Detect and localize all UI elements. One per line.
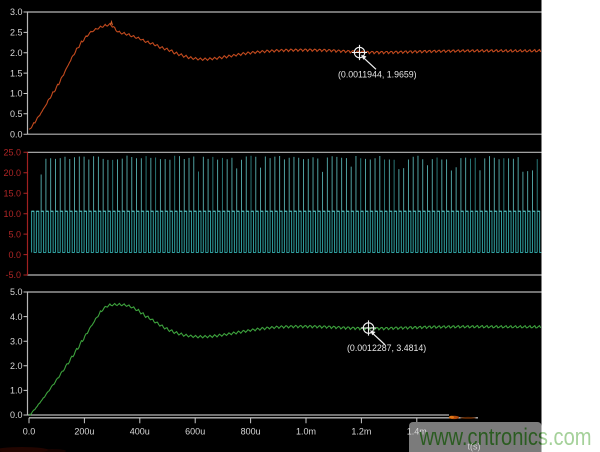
svg-text:200u: 200u <box>74 427 94 437</box>
svg-text:25.0: 25.0 <box>3 148 21 158</box>
svg-text:0.0: 0.0 <box>8 250 21 260</box>
svg-text:0.5: 0.5 <box>10 109 23 119</box>
svg-text:600u: 600u <box>185 427 205 437</box>
svg-text:2.0: 2.0 <box>10 48 23 58</box>
svg-text:800u: 800u <box>241 427 261 437</box>
svg-text:0.0: 0.0 <box>10 129 23 139</box>
svg-text:1.0m: 1.0m <box>296 427 316 437</box>
svg-text:20.0: 20.0 <box>3 168 21 178</box>
svg-text:3.0: 3.0 <box>10 336 23 346</box>
svg-text:(0.0012287, 3.4814): (0.0012287, 3.4814) <box>347 343 426 353</box>
svg-text:400u: 400u <box>130 427 150 437</box>
svg-text:10.0: 10.0 <box>3 209 21 219</box>
svg-text:3.0: 3.0 <box>10 7 23 17</box>
svg-text:4.0: 4.0 <box>10 312 23 322</box>
svg-text:15.0: 15.0 <box>3 188 21 198</box>
svg-text:t(s): t(s) <box>468 442 481 452</box>
svg-text:2.0: 2.0 <box>10 361 23 371</box>
svg-text:-5.0: -5.0 <box>5 270 21 280</box>
svg-text:1.0: 1.0 <box>10 386 23 396</box>
svg-text:0.0: 0.0 <box>10 410 23 420</box>
svg-text:2.5: 2.5 <box>10 28 23 38</box>
svg-text:5.0: 5.0 <box>8 229 21 239</box>
svg-text:5.0: 5.0 <box>10 287 23 297</box>
svg-text:1.0: 1.0 <box>10 89 23 99</box>
svg-text:0.0: 0.0 <box>23 427 36 437</box>
svg-text:1.2m: 1.2m <box>351 427 371 437</box>
svg-text:(0.0011944, 1.9659): (0.0011944, 1.9659) <box>338 70 417 80</box>
svg-text:1.5: 1.5 <box>10 68 23 78</box>
